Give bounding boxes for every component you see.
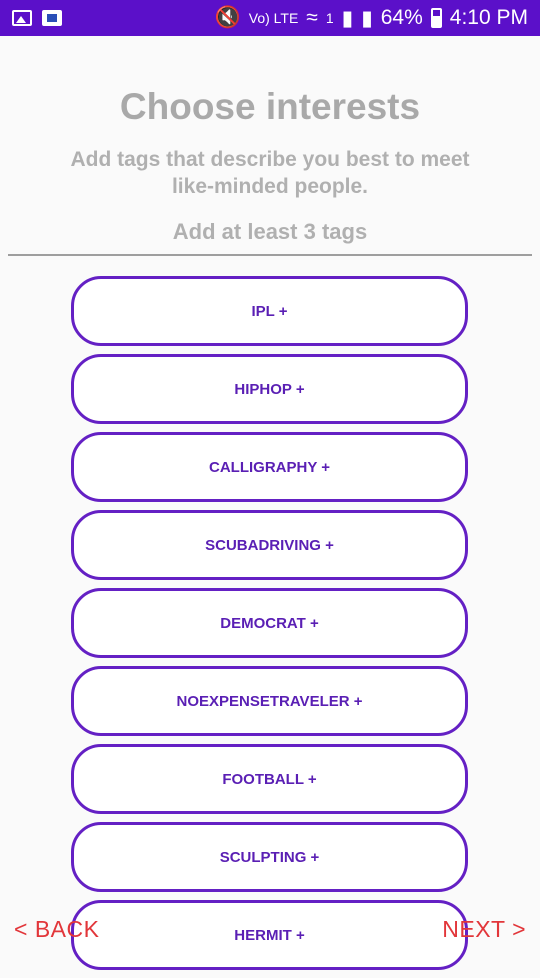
battery-icon xyxy=(430,8,442,28)
gallery-icon xyxy=(12,10,32,26)
tag-count-hint: Add at least 3 tags xyxy=(172,219,368,244)
roaming-signal-icon: ▮ xyxy=(361,6,373,30)
tag-button-sculpting[interactable]: SCULPTING + xyxy=(71,822,468,892)
page-title: Choose interests xyxy=(119,86,421,127)
status-bar: 🔇 Vo) LTE ≈ 1 ▮ ▮ 64% 4:10 PM xyxy=(0,0,540,36)
tag-list: IPL + HIPHOP + CALLIGRAPHY + SCUBADRIVIN… xyxy=(71,276,468,978)
page-subtitle: Add tags that describe you best to meet … xyxy=(70,148,470,198)
tag-button-calligraphy[interactable]: CALLIGRAPHY + xyxy=(71,432,468,502)
tag-button-noexpensetraveler[interactable]: NOEXPENSETRAVELER + xyxy=(71,666,468,736)
tag-button-hiphop[interactable]: HIPHOP + xyxy=(71,354,468,424)
mute-icon: 🔇 xyxy=(214,6,241,29)
next-button[interactable]: NEXT > xyxy=(442,916,526,943)
sim-icon: 1 xyxy=(325,10,334,26)
status-bar-right: 🔇 Vo) LTE ≈ 1 ▮ ▮ 64% 4:10 PM xyxy=(215,6,528,31)
back-button[interactable]: < BACK xyxy=(14,916,99,943)
tag-button-democrat[interactable]: DEMOCRAT + xyxy=(71,588,468,658)
tag-button-scubadriving[interactable]: SCUBADRIVING + xyxy=(71,510,468,580)
battery-percent: 64% xyxy=(380,6,423,29)
tag-button-ipl[interactable]: IPL + xyxy=(71,276,468,346)
wifi-icon: ≈ xyxy=(306,6,318,29)
book-icon xyxy=(42,10,62,26)
divider xyxy=(8,254,532,256)
status-bar-left xyxy=(12,10,62,26)
clock: 4:10 PM xyxy=(449,6,528,29)
tag-button-football[interactable]: FOOTBALL + xyxy=(71,744,468,814)
signal-icon: ▮ xyxy=(341,6,354,30)
volte-icon: Vo) LTE xyxy=(248,10,299,26)
